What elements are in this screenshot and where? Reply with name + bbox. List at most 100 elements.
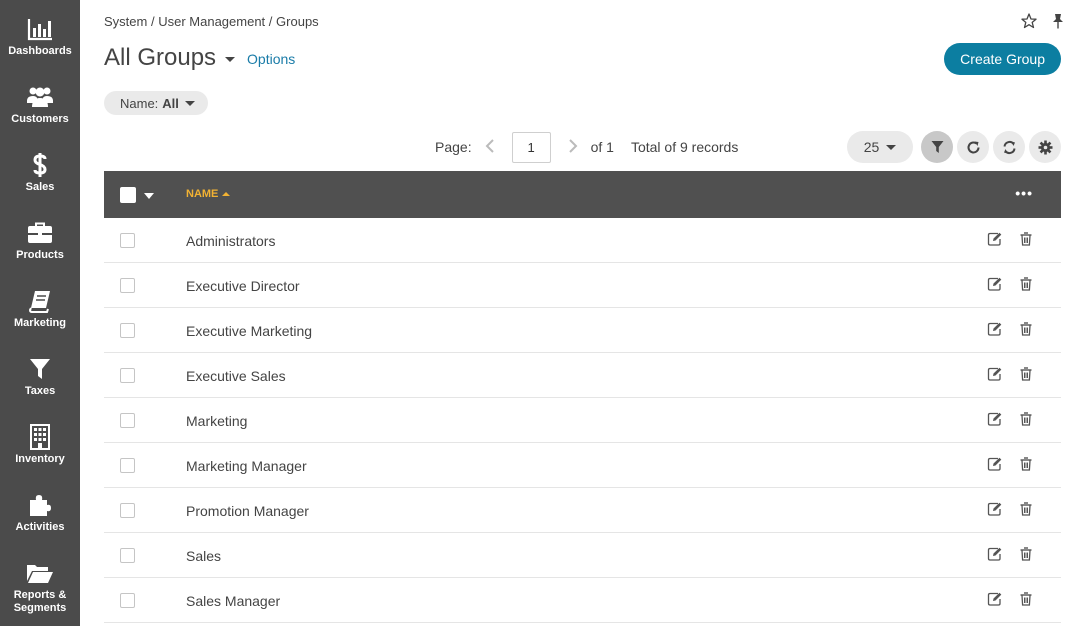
chevron-down-icon [886, 145, 897, 150]
sidebar-item-marketing[interactable]: Marketing [0, 274, 80, 342]
row-checkbox[interactable] [120, 278, 135, 293]
sidebar-item-inventory[interactable]: Inventory [0, 410, 80, 478]
mass-action-chevron-down-icon[interactable] [144, 193, 154, 199]
sidebar-item-label: Products [16, 249, 64, 261]
delete-icon[interactable] [1020, 412, 1032, 431]
table-row[interactable]: Sales Manager [104, 578, 1061, 623]
breadcrumb: System / User Management / Groups [104, 14, 319, 29]
star-icon[interactable] [1021, 13, 1037, 29]
refresh-icon [1003, 140, 1015, 154]
sidebar-item-products[interactable]: Products [0, 206, 80, 274]
sidebar-item-label: Sales [25, 181, 55, 193]
table-row[interactable]: Executive Marketing [104, 308, 1061, 353]
sidebar-item-customers[interactable]: Customers [0, 70, 80, 138]
sidebar-item-label: Inventory [15, 453, 65, 465]
page-title: All Groups [104, 44, 217, 71]
puzzle-icon [0, 492, 80, 518]
row-checkbox[interactable] [120, 233, 135, 248]
breadcrumb-item[interactable]: System [104, 14, 147, 29]
filters-toggle-button[interactable] [921, 131, 953, 163]
table-row[interactable]: Administrators [104, 218, 1061, 263]
page-label: Page: [435, 139, 472, 155]
name-filter-chip[interactable]: Name: All [104, 91, 208, 115]
delete-icon[interactable] [1020, 592, 1032, 611]
table-row[interactable]: Sales [104, 533, 1061, 578]
page-top-actions [1021, 13, 1065, 29]
filter-label: Name: [120, 95, 159, 111]
group-name-cell: Administrators [186, 233, 276, 249]
row-checkbox[interactable] [120, 413, 135, 428]
delete-icon[interactable] [1020, 232, 1032, 251]
main-content: System / User Management / Groups All Gr… [80, 0, 1079, 626]
title-row: All Groups Options [104, 44, 295, 72]
page-size-select[interactable]: 25 [847, 131, 913, 163]
page-number-input[interactable] [511, 131, 551, 163]
delete-icon[interactable] [1020, 322, 1032, 341]
edit-icon[interactable] [987, 367, 1002, 386]
edit-icon[interactable] [987, 592, 1002, 611]
sidebar-item-reports-segments[interactable]: Reports & Segments [0, 546, 80, 616]
reset-icon [967, 141, 979, 153]
sidebar-item-taxes[interactable]: Taxes [0, 342, 80, 410]
table-row[interactable]: Promotion Manager [104, 488, 1061, 533]
grid-body: Administrators Executive Director Execut… [104, 218, 1061, 623]
table-row[interactable]: Executive Sales [104, 353, 1061, 398]
filter-icon [931, 141, 943, 153]
bar-chart-icon [0, 16, 80, 42]
breadcrumb-item[interactable]: User Management [158, 14, 265, 29]
edit-icon[interactable] [987, 502, 1002, 521]
title-menu-caret-icon[interactable] [225, 57, 236, 62]
edit-icon[interactable] [987, 457, 1002, 476]
row-checkbox[interactable] [120, 593, 135, 608]
sidebar-item-sales[interactable]: Sales [0, 138, 80, 206]
group-name-cell: Marketing Manager [186, 458, 307, 474]
sort-asc-icon [222, 192, 231, 196]
edit-icon[interactable] [987, 322, 1002, 341]
sidebar-item-dashboards[interactable]: Dashboards [0, 2, 80, 70]
delete-icon[interactable] [1020, 367, 1032, 386]
edit-icon[interactable] [987, 547, 1002, 566]
book-icon [0, 288, 80, 314]
edit-icon[interactable] [987, 412, 1002, 431]
total-records: Total of 9 records [630, 139, 739, 155]
table-row[interactable]: Executive Director [104, 263, 1061, 308]
row-checkbox[interactable] [120, 548, 135, 563]
prev-page-icon[interactable] [480, 137, 500, 158]
chevron-down-icon [184, 101, 195, 106]
next-page-icon[interactable] [563, 137, 583, 158]
column-header-name[interactable]: NAME [186, 188, 231, 200]
users-icon [0, 84, 80, 110]
table-row[interactable]: Marketing [104, 398, 1061, 443]
sidebar-item-label: Reports & Segments [13, 589, 67, 614]
grid-header: NAME ••• [104, 171, 1061, 218]
create-group-button[interactable]: Create Group [944, 43, 1061, 75]
refresh-button[interactable] [993, 131, 1025, 163]
delete-icon[interactable] [1020, 277, 1032, 296]
table-row[interactable]: Marketing Manager [104, 443, 1061, 488]
row-checkbox[interactable] [120, 323, 135, 338]
group-name-cell: Marketing [186, 413, 248, 429]
grid-settings-button[interactable] [1029, 131, 1061, 163]
column-options-more-icon[interactable]: ••• [1015, 185, 1033, 201]
delete-icon[interactable] [1020, 457, 1032, 476]
sidebar-item-activities[interactable]: Activities [0, 478, 80, 546]
group-name-cell: Promotion Manager [186, 503, 309, 519]
row-checkbox[interactable] [120, 458, 135, 473]
row-checkbox[interactable] [120, 503, 135, 518]
group-name-cell: Executive Marketing [186, 323, 313, 339]
reset-button[interactable] [957, 131, 989, 163]
edit-icon[interactable] [987, 232, 1002, 251]
sidebar-item-label: Marketing [14, 317, 66, 329]
gear-icon [1038, 140, 1052, 154]
row-checkbox[interactable] [120, 368, 135, 383]
folder-open-icon [0, 560, 80, 586]
pagination: Page: of 1 Total of 9 records [435, 131, 738, 163]
delete-icon[interactable] [1020, 547, 1032, 566]
delete-icon[interactable] [1020, 502, 1032, 521]
pin-icon[interactable] [1051, 13, 1065, 29]
group-name-cell: Executive Sales [186, 368, 286, 384]
sidebar-item-label: Dashboards [8, 45, 72, 57]
options-link[interactable]: Options [247, 51, 295, 67]
edit-icon[interactable] [987, 277, 1002, 296]
select-all-checkbox[interactable] [120, 187, 136, 203]
